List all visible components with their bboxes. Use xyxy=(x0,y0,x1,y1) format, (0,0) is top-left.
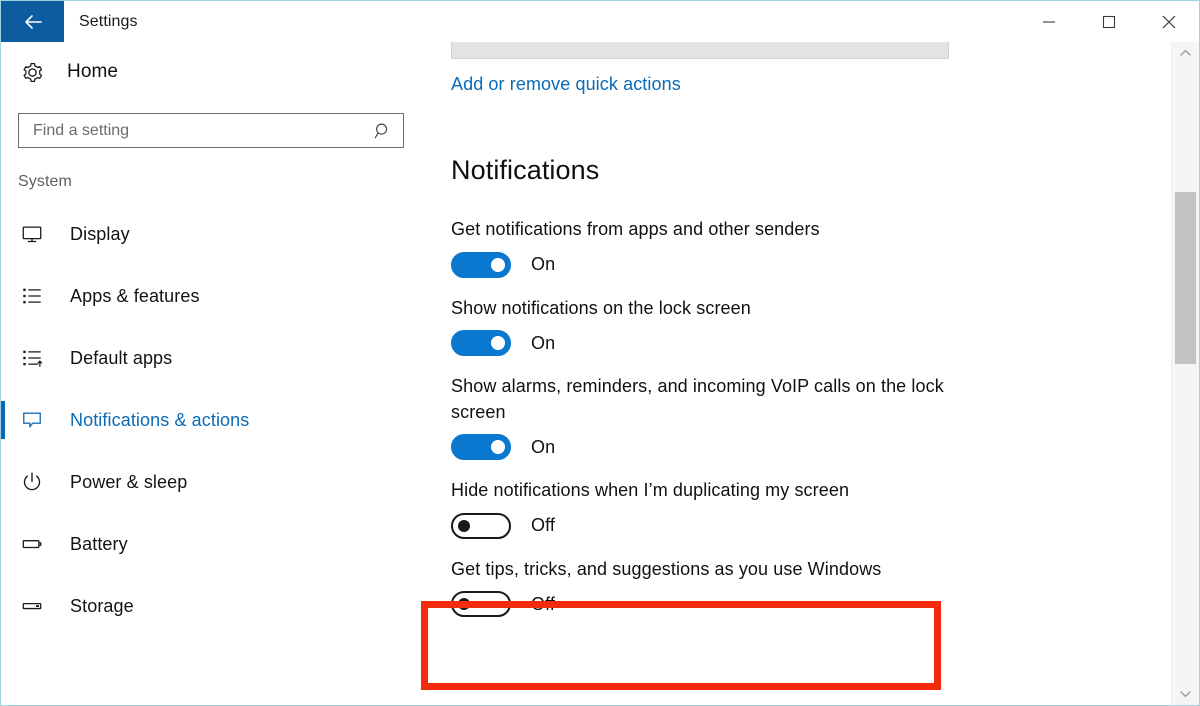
setting-label: Show alarms, reminders, and incoming VoI… xyxy=(451,376,944,422)
content-pane: Add or remove quick actions Notification… xyxy=(421,42,1171,705)
back-arrow-icon xyxy=(21,10,45,34)
toggle-switch[interactable] xyxy=(451,251,511,278)
setting-row: Hide notifications when I’m duplicating … xyxy=(451,478,1171,539)
notification-icon xyxy=(21,409,51,431)
close-icon xyxy=(1161,14,1177,30)
notification-settings-list: Get notifications from apps and other se… xyxy=(451,217,1171,635)
toggle-knob xyxy=(491,257,505,272)
maximize-button[interactable] xyxy=(1079,1,1139,42)
toggle-row: On xyxy=(451,251,1171,278)
sidebar-item-notifications-actions[interactable]: Notifications & actions xyxy=(1,389,421,451)
sidebar-item-display[interactable]: Display xyxy=(1,203,421,265)
sidebar: Home System xyxy=(1,42,421,705)
scroll-down-button[interactable] xyxy=(1172,683,1199,705)
toggle-row: On xyxy=(451,330,1171,357)
toggle-state-label: On xyxy=(531,436,556,457)
window-title: Settings xyxy=(79,12,138,30)
toggle-switch[interactable] xyxy=(451,434,511,461)
setting-row-highlighted: Get tips, tricks, and suggestions as you… xyxy=(451,557,1171,618)
vertical-scrollbar[interactable] xyxy=(1171,42,1199,705)
gear-icon xyxy=(21,61,49,84)
minimize-button[interactable] xyxy=(1019,1,1079,42)
sidebar-item-label: Default apps xyxy=(70,347,173,368)
sidebar-item-label: Apps & features xyxy=(70,285,200,306)
toggle-knob xyxy=(491,440,505,455)
setting-label: Hide notifications when I’m duplicating … xyxy=(451,480,850,501)
sidebar-home-label: Home xyxy=(67,61,119,82)
toggle-state-label: On xyxy=(531,254,556,275)
sidebar-item-label: Power & sleep xyxy=(70,471,188,492)
toggle-row: Off xyxy=(451,591,1171,618)
app-list-icon xyxy=(21,285,51,307)
page-title: Notifications xyxy=(451,155,600,185)
search-box[interactable] xyxy=(18,113,404,148)
quick-action-tile-partial xyxy=(451,42,949,59)
sidebar-item-label: Battery xyxy=(70,533,128,554)
toggle-state-label: Off xyxy=(531,515,555,536)
selection-indicator xyxy=(1,401,5,439)
setting-row: Show alarms, reminders, and incoming VoI… xyxy=(451,374,986,461)
sidebar-item-default-apps[interactable]: Default apps xyxy=(1,327,421,389)
search-input[interactable] xyxy=(33,121,367,140)
toggle-switch[interactable] xyxy=(451,591,511,618)
sidebar-item-home[interactable]: Home xyxy=(1,48,421,96)
setting-row: Get notifications from apps and other se… xyxy=(451,217,1171,278)
monitor-icon xyxy=(21,223,51,245)
close-button[interactable] xyxy=(1139,1,1199,42)
title-bar: Settings xyxy=(1,1,1199,42)
sidebar-item-storage[interactable]: Storage xyxy=(1,575,421,637)
scroll-up-button[interactable] xyxy=(1172,42,1199,64)
storage-icon xyxy=(21,595,51,617)
selection-indicator xyxy=(1,463,5,501)
sidebar-item-label: Notifications & actions xyxy=(70,409,250,430)
window-controls xyxy=(1019,1,1199,42)
toggle-switch[interactable] xyxy=(451,512,511,539)
power-icon xyxy=(21,471,51,493)
toggle-knob xyxy=(458,519,470,532)
selection-indicator xyxy=(1,339,5,377)
selection-indicator xyxy=(1,587,5,625)
sidebar-nav-list: Display Apps & features Default apps Not… xyxy=(1,203,421,637)
battery-icon xyxy=(21,533,51,555)
sidebar-item-battery[interactable]: Battery xyxy=(1,513,421,575)
setting-label: Get tips, tricks, and suggestions as you… xyxy=(451,558,882,579)
toggle-knob xyxy=(458,598,470,611)
setting-label: Get notifications from apps and other se… xyxy=(451,219,820,239)
sidebar-item-apps-features[interactable]: Apps & features xyxy=(1,265,421,327)
search-icon[interactable] xyxy=(367,121,393,141)
settings-window: Settings Home Find a setting System Disp… xyxy=(0,0,1200,706)
toggle-switch[interactable] xyxy=(451,330,511,357)
toggle-knob xyxy=(491,336,505,351)
selection-indicator xyxy=(1,215,5,253)
toggle-state-label: Off xyxy=(531,593,555,614)
add-remove-quick-actions-link[interactable]: Add or remove quick actions xyxy=(451,74,681,95)
chevron-up-icon xyxy=(1180,44,1191,62)
toggle-row: Off xyxy=(451,512,1171,539)
toggle-row: On xyxy=(451,434,986,461)
maximize-icon xyxy=(1102,15,1116,29)
setting-label: Show notifications on the lock screen xyxy=(451,297,751,318)
back-button[interactable] xyxy=(1,1,64,42)
sidebar-item-label: Display xyxy=(70,223,130,244)
setting-row: Show notifications on the lock screen On xyxy=(451,296,1171,357)
selection-indicator xyxy=(1,525,5,563)
chevron-down-icon xyxy=(1180,685,1191,703)
minimize-icon xyxy=(1042,15,1056,29)
sidebar-item-power-sleep[interactable]: Power & sleep xyxy=(1,451,421,513)
default-apps-icon xyxy=(21,347,51,369)
scrollbar-thumb[interactable] xyxy=(1175,192,1196,364)
selection-indicator xyxy=(1,277,5,315)
sidebar-item-label: Storage xyxy=(70,595,134,616)
toggle-state-label: On xyxy=(531,332,556,353)
sidebar-section-label: System xyxy=(18,173,72,190)
